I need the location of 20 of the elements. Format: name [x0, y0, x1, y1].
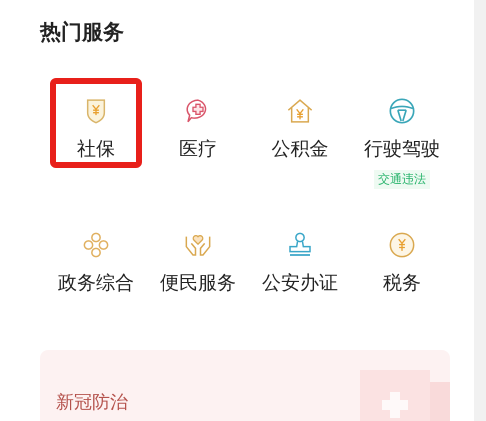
service-label: 公安办证	[262, 271, 338, 296]
banner-card[interactable]: 新冠防治	[40, 350, 450, 421]
service-label: 便民服务	[160, 271, 236, 296]
service-tile[interactable]: 行驶驾驶	[356, 78, 448, 168]
service-label: 税务	[383, 271, 421, 296]
service-tile[interactable]: 政务综合	[50, 212, 142, 302]
service-label: 社保	[77, 137, 115, 162]
service-tile[interactable]: 税务	[356, 212, 448, 302]
service-label: 政务综合	[58, 271, 134, 296]
service-label: 行驶驾驶	[364, 137, 440, 162]
service-label: 公积金	[272, 137, 328, 162]
service-tile[interactable]: 社保	[50, 78, 142, 168]
section-title: 热门服务	[40, 19, 125, 46]
service-tag: 交通违法	[374, 170, 430, 189]
service-label: 医疗	[179, 137, 217, 162]
service-tile[interactable]: 便民服务	[152, 212, 244, 302]
service-tile[interactable]: 公安办证	[254, 212, 346, 302]
service-tile[interactable]: 公积金	[254, 78, 346, 168]
service-tile[interactable]: 医疗	[152, 78, 244, 168]
banner-title: 新冠防治	[56, 391, 128, 414]
